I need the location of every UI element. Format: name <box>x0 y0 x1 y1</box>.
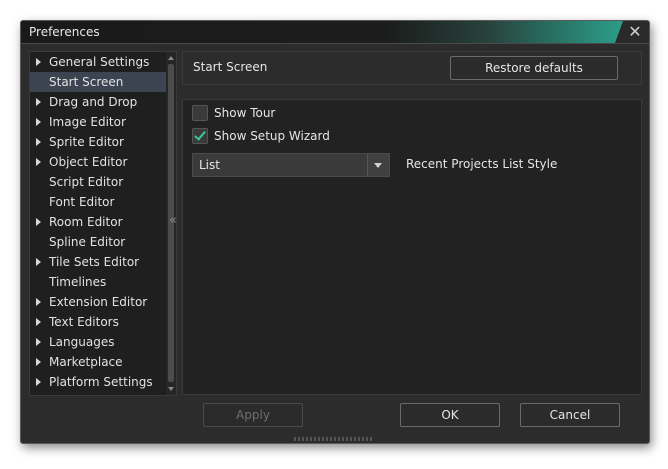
cancel-button[interactable]: Cancel <box>520 403 620 427</box>
ok-button[interactable]: OK <box>400 403 500 427</box>
show-setup-wizard-label[interactable]: Show Setup Wizard <box>214 128 330 144</box>
sidebar-item-marketplace[interactable]: Marketplace <box>30 352 166 372</box>
sidebar-item-object-editor[interactable]: Object Editor <box>30 152 166 172</box>
sidebar-item-label: Object Editor <box>49 155 128 169</box>
preferences-dialog: Preferences ✕ General Settings Start Scre… <box>20 20 650 444</box>
sidebar-item-label: Font Editor <box>49 195 115 209</box>
expand-arrow-icon[interactable] <box>36 258 41 266</box>
window-title: Preferences <box>29 25 100 39</box>
sidebar-item-label: Script Editor <box>49 175 124 189</box>
preferences-tree: General Settings Start Screen Drag and Dro… <box>30 52 166 392</box>
close-icon: ✕ <box>628 22 642 41</box>
close-button[interactable]: ✕ <box>615 21 649 43</box>
show-setup-wizard-checkbox[interactable] <box>192 128 208 144</box>
sidebar-item-label: Drag and Drop <box>49 95 138 109</box>
show-tour-checkbox[interactable] <box>192 105 208 121</box>
sidebar-item-label: Text Editors <box>49 315 119 329</box>
sidebar-item-start-screen[interactable]: Start Screen <box>30 72 166 92</box>
list-style-dropdown[interactable]: List <box>192 153 390 177</box>
sidebar-item-label: Extension Editor <box>49 295 148 309</box>
sidebar-item-label: General Settings <box>49 55 150 69</box>
expand-arrow-icon[interactable] <box>36 318 41 326</box>
sidebar-item-spline-editor[interactable]: Spline Editor <box>30 232 166 252</box>
sidebar-item-label: Start Screen <box>49 75 124 89</box>
sidebar-item-script-editor[interactable]: Script Editor <box>30 172 166 192</box>
sidebar-item-label: Spline Editor <box>49 235 126 249</box>
sidebar-item-label: Timelines <box>49 275 107 289</box>
sidebar-item-image-editor[interactable]: Image Editor <box>30 112 166 132</box>
sidebar-item-label: Room Editor <box>49 215 123 229</box>
dropdown-button[interactable] <box>367 154 389 176</box>
panel-header: Start Screen Restore defaults <box>182 51 642 85</box>
page-title: Start Screen <box>193 60 268 74</box>
expand-arrow-icon[interactable] <box>36 378 41 386</box>
settings-panel: Show Tour Show Setup Wizard List Recent … <box>182 99 642 395</box>
sidebar-item-label: Platform Settings <box>49 375 153 389</box>
title-bar[interactable]: Preferences ✕ <box>21 21 649 44</box>
sidebar-item-label: Image Editor <box>49 115 126 129</box>
sidebar-item-label: Sprite Editor <box>49 135 124 149</box>
expand-arrow-icon[interactable] <box>36 118 41 126</box>
show-tour-label[interactable]: Show Tour <box>214 105 275 121</box>
collapse-sidebar-icon[interactable]: « <box>169 213 177 228</box>
sidebar-item-languages[interactable]: Languages <box>30 332 166 352</box>
sidebar-item-label: Marketplace <box>49 355 123 369</box>
expand-arrow-icon[interactable] <box>36 58 41 66</box>
sidebar-item-timelines[interactable]: Timelines <box>30 272 166 292</box>
checkmark-icon <box>194 128 206 141</box>
expand-arrow-icon[interactable] <box>36 138 41 146</box>
expand-arrow-icon[interactable] <box>36 98 41 106</box>
restore-defaults-button[interactable]: Restore defaults <box>450 56 618 80</box>
resize-grip[interactable] <box>294 437 374 441</box>
sidebar-item-platform-settings[interactable]: Platform Settings <box>30 372 166 392</box>
expand-arrow-icon[interactable] <box>36 218 41 226</box>
apply-button[interactable]: Apply <box>203 403 303 427</box>
sidebar-item-tile-sets-editor[interactable]: Tile Sets Editor <box>30 252 166 272</box>
sidebar-item-font-editor[interactable]: Font Editor <box>30 192 166 212</box>
sidebar-item-label: Tile Sets Editor <box>49 255 140 269</box>
list-style-label: Recent Projects List Style <box>406 157 558 171</box>
sidebar-item-general-settings[interactable]: General Settings <box>30 52 166 72</box>
sidebar-item-drag-and-drop[interactable]: Drag and Drop <box>30 92 166 112</box>
sidebar-item-extension-editor[interactable]: Extension Editor <box>30 292 166 312</box>
scroll-down-icon[interactable] <box>168 387 174 391</box>
expand-arrow-icon[interactable] <box>36 158 41 166</box>
scroll-up-icon[interactable] <box>168 56 174 60</box>
preferences-sidebar: General Settings Start Screen Drag and Dro… <box>29 51 177 396</box>
expand-arrow-icon[interactable] <box>36 358 41 366</box>
chevron-down-icon <box>374 163 382 168</box>
expand-arrow-icon[interactable] <box>36 338 41 346</box>
sidebar-item-text-editors[interactable]: Text Editors <box>30 312 166 332</box>
sidebar-item-room-editor[interactable]: Room Editor <box>30 212 166 232</box>
dropdown-value: List <box>199 158 220 172</box>
sidebar-item-label: Languages <box>49 335 115 349</box>
sidebar-item-sprite-editor[interactable]: Sprite Editor <box>30 132 166 152</box>
expand-arrow-icon[interactable] <box>36 298 41 306</box>
